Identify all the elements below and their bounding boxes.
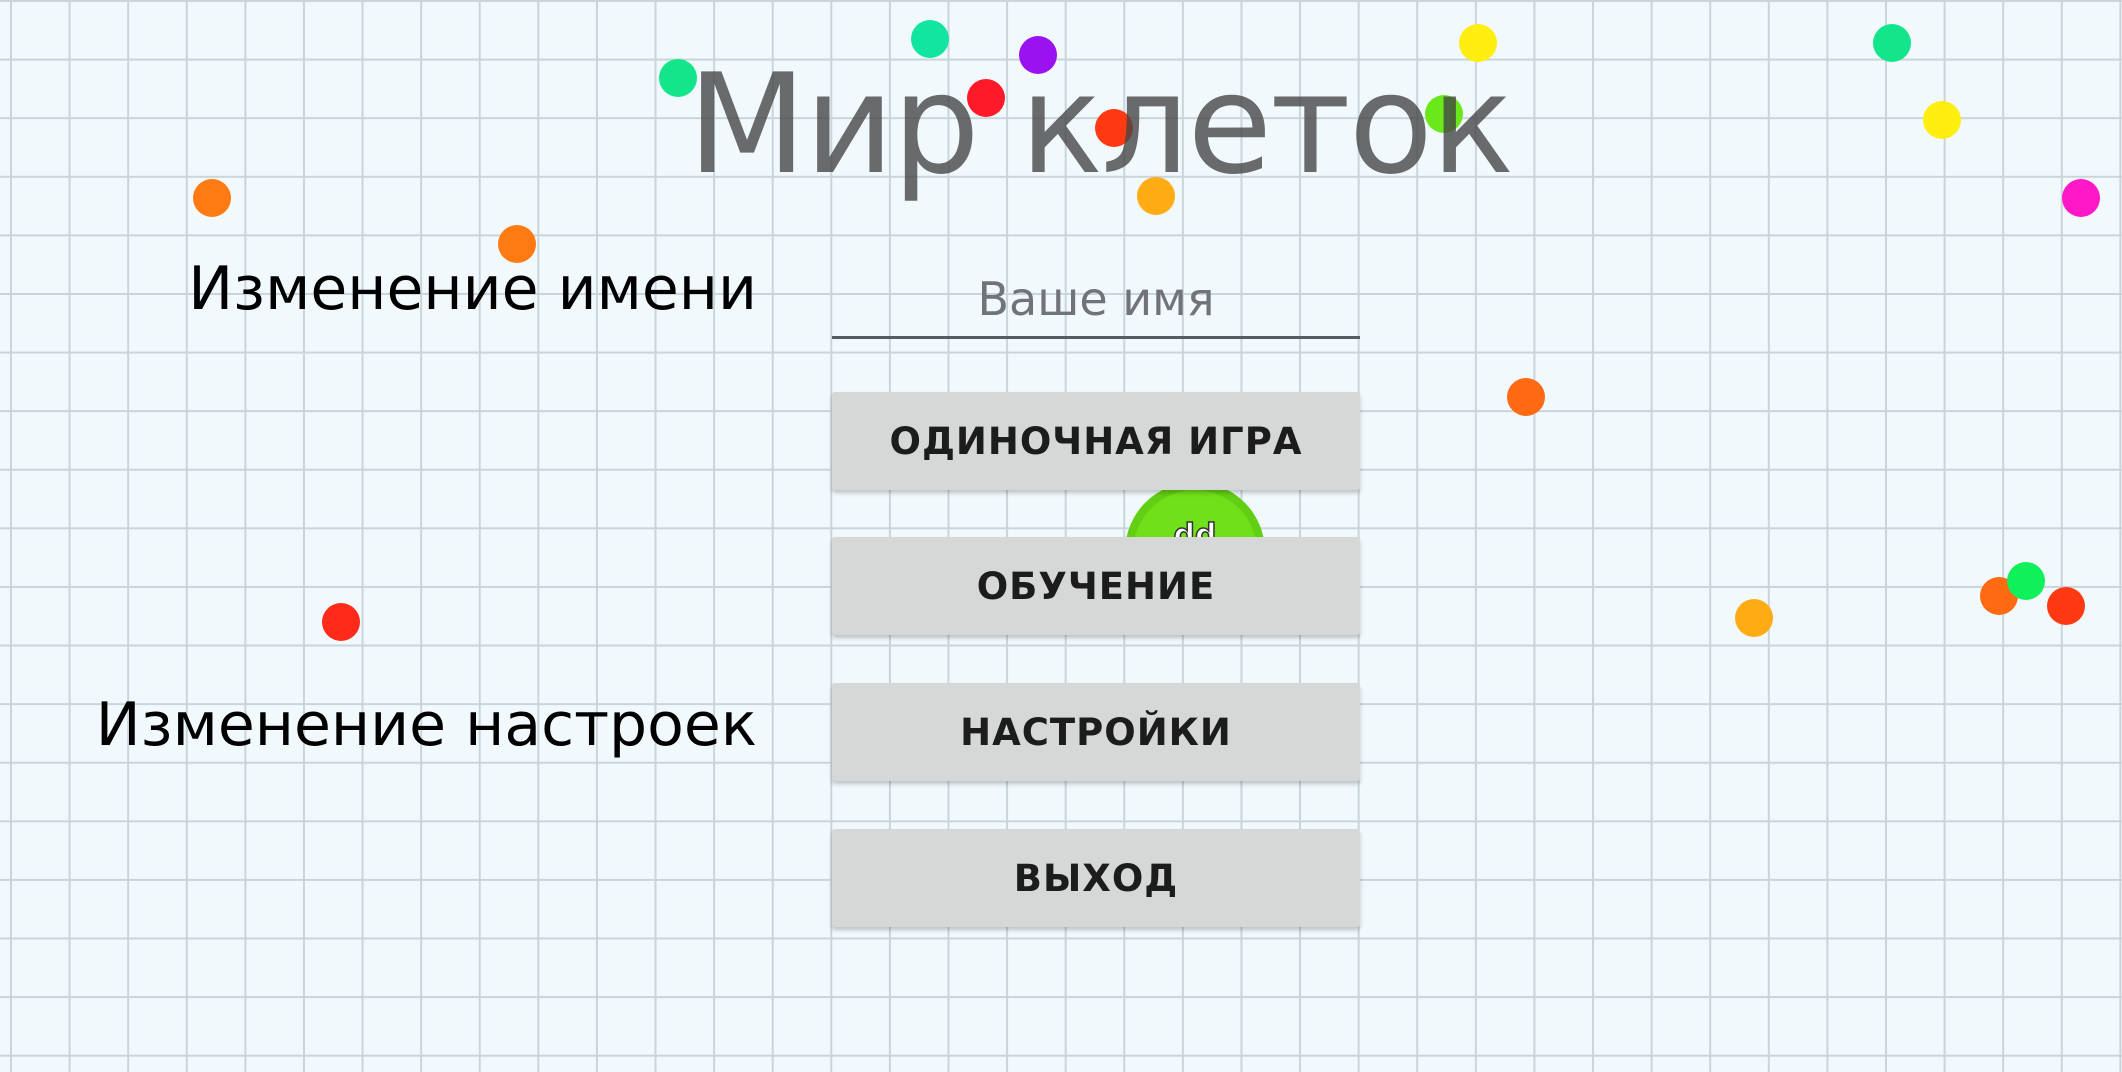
food-pellet [2007,562,2045,600]
tutorial-button[interactable]: ОБУЧЕНИЕ [832,537,1360,635]
exit-button[interactable]: ВЫХОД [832,829,1360,927]
game-title: Мир клеток [687,44,1515,205]
food-pellet [322,603,360,641]
food-pellet [1735,599,1773,637]
settings-button[interactable]: НАСТРОЙКИ [832,683,1360,781]
change-settings-label: Изменение настроек [95,690,757,760]
single-player-button[interactable]: ОДИНОЧНАЯ ИГРА [832,392,1360,490]
food-pellet [2047,587,2085,625]
player-name-input[interactable] [832,262,1360,339]
food-pellet [1507,378,1545,416]
change-name-label: Изменение имени [188,254,757,324]
